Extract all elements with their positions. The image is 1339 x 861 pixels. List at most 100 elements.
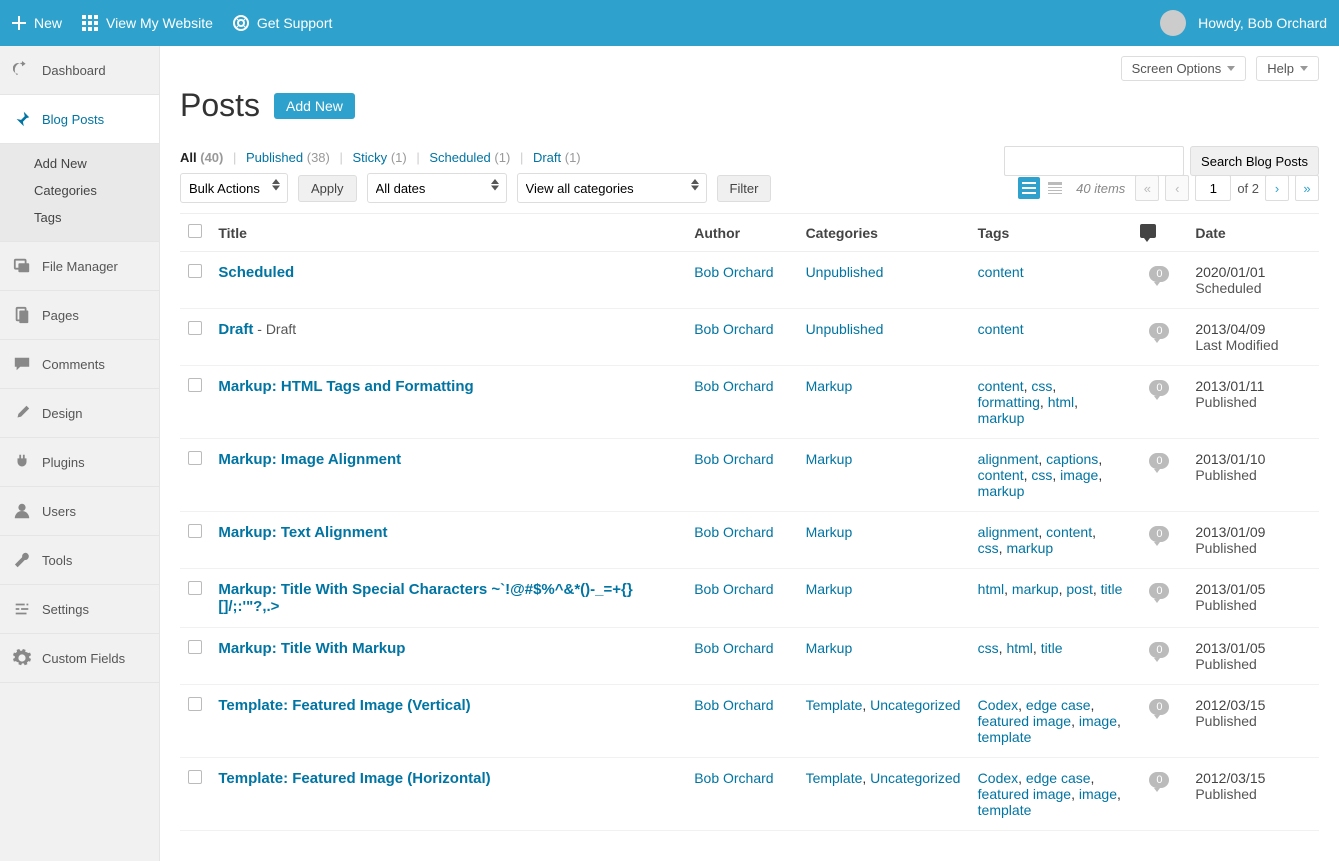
post-title-link[interactable]: Markup: Title With Special Characters ~`… xyxy=(218,581,632,615)
link[interactable]: markup xyxy=(978,483,1025,499)
link[interactable]: Markup xyxy=(806,378,853,394)
post-title-link[interactable]: Markup: Text Alignment xyxy=(218,524,387,541)
link[interactable]: markup xyxy=(1006,540,1053,556)
sidebar-item-blog-posts[interactable]: Blog Posts xyxy=(0,95,159,144)
link[interactable]: post xyxy=(1066,581,1092,597)
apply-button[interactable]: Apply xyxy=(298,175,357,202)
view-list-button[interactable] xyxy=(1018,177,1040,199)
comment-count[interactable]: 0 xyxy=(1149,323,1169,339)
link[interactable]: Markup xyxy=(806,524,853,540)
filter-scheduled[interactable]: Scheduled (1) xyxy=(429,150,510,165)
link[interactable]: html xyxy=(1006,640,1032,656)
howdy-label[interactable]: Howdy, Bob Orchard xyxy=(1198,15,1327,31)
link[interactable]: captions xyxy=(1046,451,1098,467)
col-header-tags[interactable]: Tags xyxy=(970,214,1132,252)
pager-last[interactable]: » xyxy=(1295,175,1319,201)
comment-count[interactable]: 0 xyxy=(1149,642,1169,658)
author-link[interactable]: Bob Orchard xyxy=(694,524,773,540)
post-title-link[interactable]: Markup: Image Alignment xyxy=(218,451,401,468)
row-checkbox[interactable] xyxy=(188,378,202,392)
sidebar-item-file-manager[interactable]: File Manager xyxy=(0,242,159,291)
link[interactable]: image xyxy=(1079,786,1117,802)
filter-button[interactable]: Filter xyxy=(717,175,772,202)
link[interactable]: Markup xyxy=(806,640,853,656)
author-link[interactable]: Bob Orchard xyxy=(694,321,773,337)
filter-sticky[interactable]: Sticky (1) xyxy=(353,150,407,165)
link[interactable]: Codex xyxy=(978,770,1018,786)
author-link[interactable]: Bob Orchard xyxy=(694,378,773,394)
sidebar-item-dashboard[interactable]: Dashboard xyxy=(0,46,159,95)
post-title-link[interactable]: Markup: Title With Markup xyxy=(218,640,405,657)
link[interactable]: markup xyxy=(978,410,1025,426)
row-checkbox[interactable] xyxy=(188,451,202,465)
category-filter-select[interactable]: View all categories xyxy=(517,173,707,203)
author-link[interactable]: Bob Orchard xyxy=(694,451,773,467)
row-checkbox[interactable] xyxy=(188,524,202,538)
link[interactable]: Uncategorized xyxy=(870,770,960,786)
post-title-link[interactable]: Template: Featured Image (Horizontal) xyxy=(218,770,490,787)
col-header-title[interactable]: Title xyxy=(210,214,686,252)
link[interactable]: alignment xyxy=(978,524,1039,540)
link[interactable]: css xyxy=(1031,378,1052,394)
comment-count[interactable]: 0 xyxy=(1149,380,1169,396)
link[interactable]: image xyxy=(1079,713,1117,729)
sidebar-sub-tags[interactable]: Tags xyxy=(0,204,159,231)
sidebar-item-tools[interactable]: Tools xyxy=(0,536,159,585)
link[interactable]: Uncategorized xyxy=(870,697,960,713)
row-checkbox[interactable] xyxy=(188,697,202,711)
sidebar-sub-add-new[interactable]: Add New xyxy=(0,150,159,177)
link[interactable]: Template xyxy=(806,697,863,713)
link[interactable]: image xyxy=(1060,467,1098,483)
link[interactable]: content xyxy=(978,264,1024,280)
avatar[interactable] xyxy=(1160,10,1186,36)
new-button[interactable]: New xyxy=(12,15,62,31)
link[interactable]: markup xyxy=(1012,581,1059,597)
comment-count[interactable]: 0 xyxy=(1149,583,1169,599)
view-site-button[interactable]: View My Website xyxy=(82,15,213,31)
row-checkbox[interactable] xyxy=(188,264,202,278)
filter-draft[interactable]: Draft (1) xyxy=(533,150,581,165)
sidebar-item-custom-fields[interactable]: Custom Fields xyxy=(0,634,159,683)
sidebar-item-plugins[interactable]: Plugins xyxy=(0,438,159,487)
search-input[interactable] xyxy=(1004,146,1184,176)
row-checkbox[interactable] xyxy=(188,770,202,784)
post-title-link[interactable]: Template: Featured Image (Vertical) xyxy=(218,697,470,714)
link[interactable]: Unpublished xyxy=(806,321,884,337)
row-checkbox[interactable] xyxy=(188,581,202,595)
link[interactable]: template xyxy=(978,802,1032,818)
link[interactable]: css xyxy=(1031,467,1052,483)
search-button[interactable]: Search Blog Posts xyxy=(1190,146,1319,176)
link[interactable]: html xyxy=(1048,394,1074,410)
col-header-date[interactable]: Date xyxy=(1187,214,1319,252)
comment-count[interactable]: 0 xyxy=(1149,453,1169,469)
link[interactable]: title xyxy=(1041,640,1063,656)
screen-options-button[interactable]: Screen Options xyxy=(1121,56,1247,81)
author-link[interactable]: Bob Orchard xyxy=(694,770,773,786)
comment-count[interactable]: 0 xyxy=(1149,699,1169,715)
col-header-comments[interactable] xyxy=(1132,214,1188,252)
author-link[interactable]: Bob Orchard xyxy=(694,640,773,656)
link[interactable]: edge case xyxy=(1026,697,1091,713)
comment-count[interactable]: 0 xyxy=(1149,266,1169,282)
post-title-link[interactable]: Scheduled xyxy=(218,264,294,281)
comment-count[interactable]: 0 xyxy=(1149,772,1169,788)
link[interactable]: css xyxy=(978,540,999,556)
post-title-link[interactable]: Markup: HTML Tags and Formatting xyxy=(218,378,473,395)
link[interactable]: Template xyxy=(806,770,863,786)
date-filter-select[interactable]: All dates xyxy=(367,173,507,203)
link[interactable]: edge case xyxy=(1026,770,1091,786)
support-button[interactable]: Get Support xyxy=(233,15,333,31)
sidebar-item-settings[interactable]: Settings xyxy=(0,585,159,634)
link[interactable]: formatting xyxy=(978,394,1040,410)
link[interactable]: alignment xyxy=(978,451,1039,467)
pager-first[interactable]: « xyxy=(1135,175,1159,201)
sidebar-sub-categories[interactable]: Categories xyxy=(0,177,159,204)
pager-current-input[interactable] xyxy=(1195,175,1231,201)
link[interactable]: content xyxy=(978,467,1024,483)
row-checkbox[interactable] xyxy=(188,640,202,654)
link[interactable]: featured image xyxy=(978,786,1071,802)
row-checkbox[interactable] xyxy=(188,321,202,335)
bulk-actions-select[interactable]: Bulk Actions xyxy=(180,173,288,203)
author-link[interactable]: Bob Orchard xyxy=(694,697,773,713)
select-all-checkbox[interactable] xyxy=(188,224,202,238)
